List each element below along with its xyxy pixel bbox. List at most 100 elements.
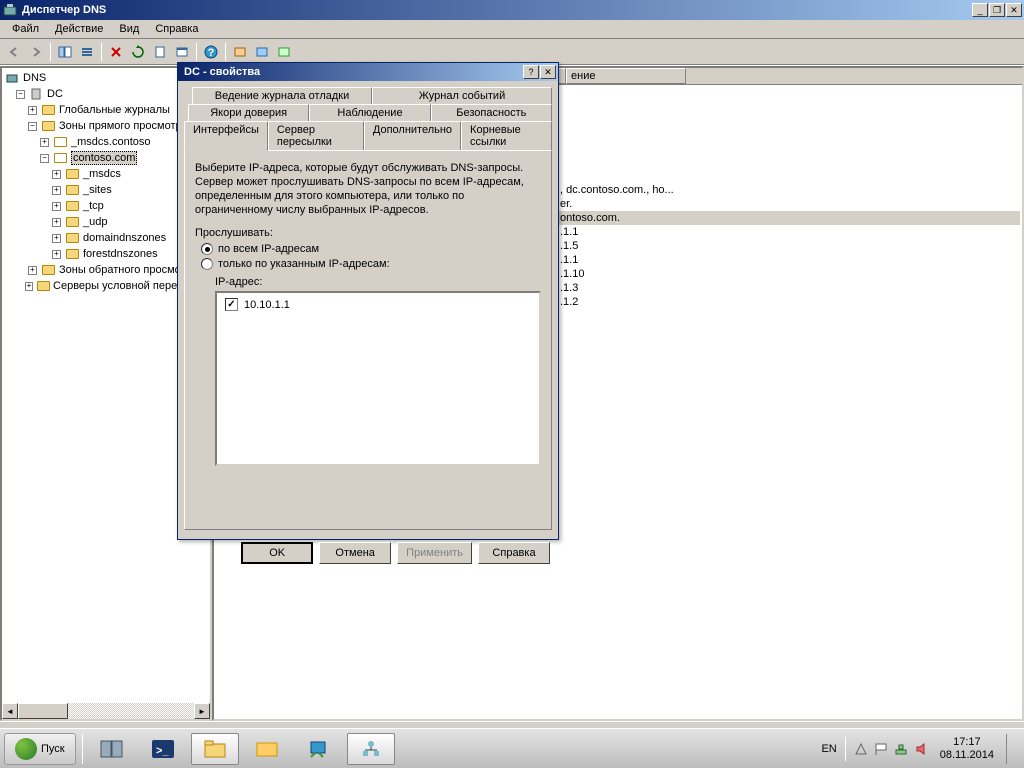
list-row[interactable]: , dc.contoso.com., ho...: [556, 183, 1020, 197]
expand-msdcs-contoso[interactable]: +: [40, 138, 49, 147]
node-msdcs-contoso[interactable]: _msdcs.contoso: [71, 136, 150, 148]
dialog-titlebar[interactable]: DC - свойства ? ✕: [178, 63, 558, 81]
ip-value: 10.10.1.1: [244, 299, 290, 311]
taskbar-dns-manager[interactable]: [347, 733, 395, 765]
radio-all-ips-row[interactable]: по всем IP-адресам: [201, 243, 541, 255]
expand-contoso[interactable]: −: [40, 154, 49, 163]
language-indicator[interactable]: EN: [821, 743, 836, 755]
tab-event-log[interactable]: Журнал событий: [372, 87, 552, 104]
list-row[interactable]: .1.1: [556, 225, 1020, 239]
tab-monitoring[interactable]: Наблюдение: [309, 104, 430, 121]
list-row[interactable]: ontoso.com.: [556, 211, 1020, 225]
dialog-title: DC - свойства: [180, 66, 523, 78]
tray-sound-icon[interactable]: [914, 742, 928, 756]
expand-fwd-zones[interactable]: −: [28, 122, 37, 131]
expand-sites[interactable]: +: [52, 186, 61, 195]
expand-udp[interactable]: +: [52, 218, 61, 227]
expand-domaindnszones[interactable]: +: [52, 234, 61, 243]
forward-button[interactable]: [26, 42, 46, 62]
show-desktop-button[interactable]: [1006, 734, 1018, 764]
node-global-logs[interactable]: Глобальные журналы: [59, 104, 170, 116]
tab-debug-log[interactable]: Ведение журнала отладки: [192, 87, 372, 104]
taskbar-explorer[interactable]: [191, 733, 239, 765]
close-button[interactable]: ✕: [1006, 3, 1022, 17]
maximize-button[interactable]: ❐: [989, 3, 1005, 17]
expand-msdcs[interactable]: +: [52, 170, 61, 179]
interfaces-description: Выберите IP-адреса, которые будут обслуж…: [195, 161, 541, 217]
node-udp[interactable]: _udp: [83, 216, 107, 228]
node-forestdnszones[interactable]: forestdnszones: [83, 248, 158, 260]
taskbar-item-5[interactable]: [295, 733, 343, 765]
tray-network-icon[interactable]: [894, 742, 908, 756]
toolbar-icon-2[interactable]: [252, 42, 272, 62]
list-row[interactable]: .1.10: [556, 267, 1020, 281]
minimize-button[interactable]: _: [972, 3, 988, 17]
radio-selected-ips[interactable]: [201, 258, 213, 270]
toolbar-icon-1[interactable]: [230, 42, 250, 62]
expand-dc[interactable]: −: [16, 90, 25, 99]
expand-global-logs[interactable]: +: [28, 106, 37, 115]
expand-rev-zones[interactable]: +: [28, 266, 37, 275]
tab-interfaces[interactable]: Интерфейсы: [184, 121, 268, 151]
toolbar-icon-3[interactable]: [274, 42, 294, 62]
menu-file[interactable]: Файл: [4, 21, 47, 37]
node-msdcs[interactable]: _msdcs: [83, 168, 121, 180]
help-button[interactable]: ?: [201, 42, 221, 62]
expand-cond-forwarders[interactable]: +: [25, 282, 33, 291]
ip-list-item[interactable]: ✓ 10.10.1.1: [221, 297, 535, 312]
folder-icon: [64, 182, 80, 198]
ip-checkbox[interactable]: ✓: [225, 298, 238, 311]
apply-button[interactable]: Применить: [397, 542, 472, 564]
back-button[interactable]: [4, 42, 24, 62]
delete-button[interactable]: [106, 42, 126, 62]
tab-root-hints[interactable]: Корневые ссылки: [461, 121, 552, 150]
expand-tcp[interactable]: +: [52, 202, 61, 211]
menu-help[interactable]: Справка: [147, 21, 206, 37]
tab-trust-anchors[interactable]: Якори доверия: [188, 104, 309, 121]
ip-address-list[interactable]: ✓ 10.10.1.1: [215, 291, 541, 466]
col-value[interactable]: ение: [566, 68, 686, 84]
taskbar-item-4[interactable]: [243, 733, 291, 765]
ok-button[interactable]: OK: [241, 542, 313, 564]
tray-flag-icon[interactable]: [874, 742, 888, 756]
taskbar-server-manager[interactable]: [87, 733, 135, 765]
list-row[interactable]: .1.2: [556, 295, 1020, 309]
list-row[interactable]: .1.3: [556, 281, 1020, 295]
node-domaindnszones[interactable]: domaindnszones: [83, 232, 166, 244]
clock[interactable]: 17:17 08.11.2014: [934, 736, 1000, 762]
menu-action[interactable]: Действие: [47, 21, 111, 37]
cancel-button[interactable]: Отмена: [319, 542, 391, 564]
tray-icon-1[interactable]: [854, 742, 868, 756]
dialog-close-button[interactable]: ✕: [540, 65, 556, 79]
show-hide-tree-button[interactable]: [55, 42, 75, 62]
tree-horizontal-scrollbar[interactable]: ◄ ►: [2, 703, 210, 719]
node-dns[interactable]: DNS: [23, 72, 46, 84]
radio-selected-ips-row[interactable]: только по указанным IP-адресам:: [201, 258, 541, 270]
tab-advanced[interactable]: Дополнительно: [364, 121, 461, 150]
scroll-right-button[interactable]: ►: [194, 703, 210, 719]
dialog-help-button[interactable]: ?: [523, 65, 539, 79]
scroll-thumb[interactable]: [18, 703, 68, 719]
start-button[interactable]: Пуск: [4, 733, 76, 765]
tab-security[interactable]: Безопасность: [431, 104, 552, 121]
node-dc[interactable]: DC: [47, 88, 63, 100]
node-contoso-com[interactable]: contoso.com: [71, 151, 137, 165]
list-row[interactable]: .1.1: [556, 253, 1020, 267]
node-sites[interactable]: _sites: [83, 184, 112, 196]
system-tray: EN 17:17 08.11.2014: [815, 734, 1024, 764]
radio-all-ips[interactable]: [201, 243, 213, 255]
export-button[interactable]: [150, 42, 170, 62]
properties-button[interactable]: [172, 42, 192, 62]
help-button[interactable]: Справка: [478, 542, 550, 564]
list-view-button[interactable]: [77, 42, 97, 62]
scroll-left-button[interactable]: ◄: [2, 703, 18, 719]
list-row[interactable]: .1.5: [556, 239, 1020, 253]
node-fwd-zones[interactable]: Зоны прямого просмотра: [59, 120, 188, 132]
taskbar-powershell[interactable]: >_: [139, 733, 187, 765]
menu-view[interactable]: Вид: [111, 21, 147, 37]
refresh-button[interactable]: [128, 42, 148, 62]
expand-forestdnszones[interactable]: +: [52, 250, 61, 259]
tab-forwarders[interactable]: Сервер пересылки: [268, 121, 364, 150]
list-row[interactable]: er.: [556, 197, 1020, 211]
node-tcp[interactable]: _tcp: [83, 200, 104, 212]
